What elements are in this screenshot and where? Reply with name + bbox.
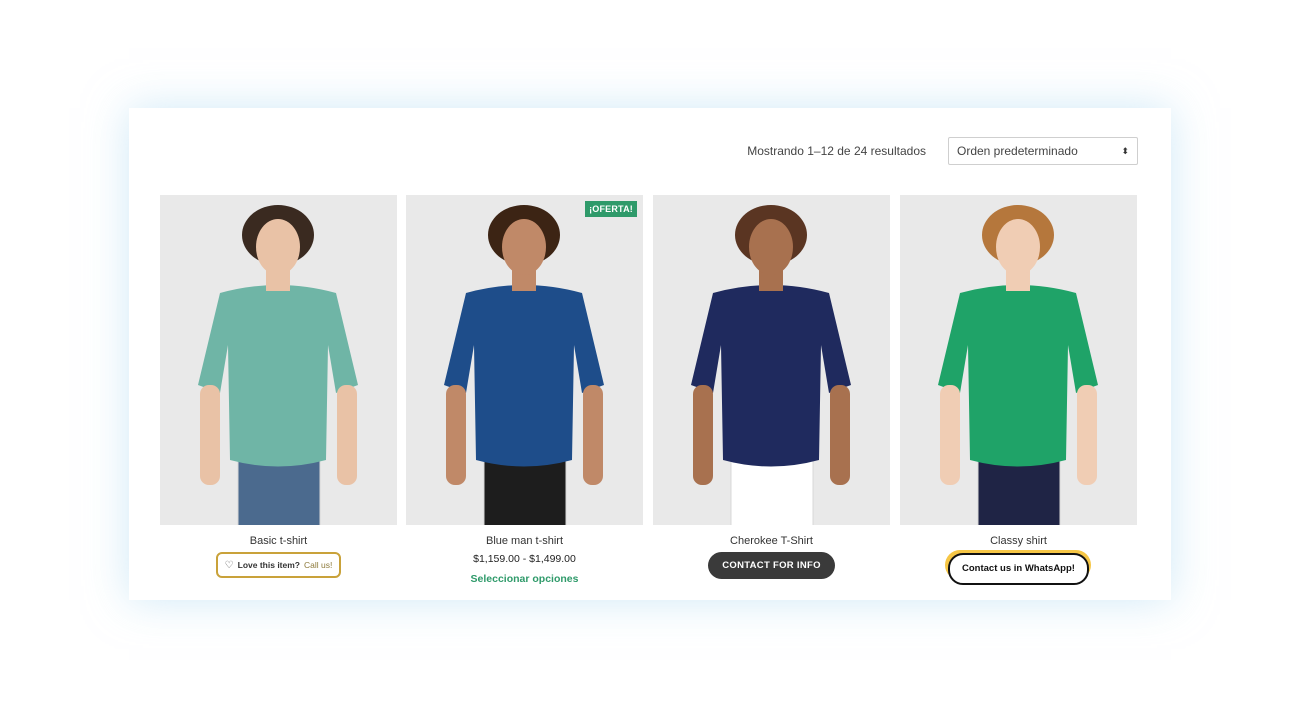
right-arm: [830, 385, 850, 485]
model-photo: [900, 195, 1137, 525]
product-card: Classy shirt Contact us in WhatsApp!: [900, 195, 1137, 585]
right-arm: [1077, 385, 1097, 485]
left-arm: [693, 385, 713, 485]
product-image[interactable]: [900, 195, 1137, 525]
face: [749, 219, 793, 275]
contact-for-info-button[interactable]: CONTACT FOR INFO: [708, 552, 835, 579]
sale-badge: ¡OFERTA!: [585, 201, 637, 217]
model-photo: [160, 195, 397, 525]
product-price: $1,159.00 - $1,499.00: [473, 553, 576, 565]
product-card: Cherokee T-Shirt CONTACT FOR INFO: [653, 195, 890, 579]
right-arm: [583, 385, 603, 485]
product-image[interactable]: [160, 195, 397, 525]
orderby-selected-value: Orden predeterminado: [957, 144, 1078, 158]
product-image[interactable]: ¡OFERTA!: [406, 195, 643, 525]
shop-toolbar: Mostrando 1–12 de 24 resultados Orden pr…: [747, 136, 1138, 166]
product-image[interactable]: [653, 195, 890, 525]
face: [256, 219, 300, 275]
product-card: Basic t-shirt ♡ Love this item? Call us!: [160, 195, 397, 578]
product-title[interactable]: Classy shirt: [900, 535, 1137, 547]
love-button-call-text: Call us!: [303, 560, 333, 570]
select-arrows-icon: ⬍: [1121, 145, 1129, 156]
face: [996, 219, 1040, 275]
model-photo: [653, 195, 890, 525]
product-title[interactable]: Blue man t-shirt: [406, 535, 643, 547]
face: [502, 219, 546, 275]
product-title[interactable]: Basic t-shirt: [160, 535, 397, 547]
love-button-bold-text: Love this item?: [237, 560, 300, 570]
heart-icon: ♡: [224, 559, 234, 571]
whatsapp-button-wrap: Contact us in WhatsApp!: [945, 550, 1092, 585]
left-arm: [200, 385, 220, 485]
left-arm: [940, 385, 960, 485]
contact-whatsapp-button[interactable]: Contact us in WhatsApp!: [948, 553, 1089, 585]
right-arm: [337, 385, 357, 485]
model-photo: [406, 195, 643, 525]
product-title[interactable]: Cherokee T-Shirt: [653, 535, 890, 547]
shop-card: Mostrando 1–12 de 24 resultados Orden pr…: [129, 108, 1171, 600]
product-card: ¡OFERTA! Blue man t-shirt $1,159.00 - $1…: [406, 195, 643, 585]
select-options-link[interactable]: Seleccionar opciones: [406, 573, 643, 585]
love-this-item-button[interactable]: ♡ Love this item? Call us!: [215, 552, 342, 578]
orderby-select[interactable]: Orden predeterminado ⬍: [948, 137, 1138, 165]
left-arm: [446, 385, 466, 485]
result-count: Mostrando 1–12 de 24 resultados: [747, 144, 926, 158]
